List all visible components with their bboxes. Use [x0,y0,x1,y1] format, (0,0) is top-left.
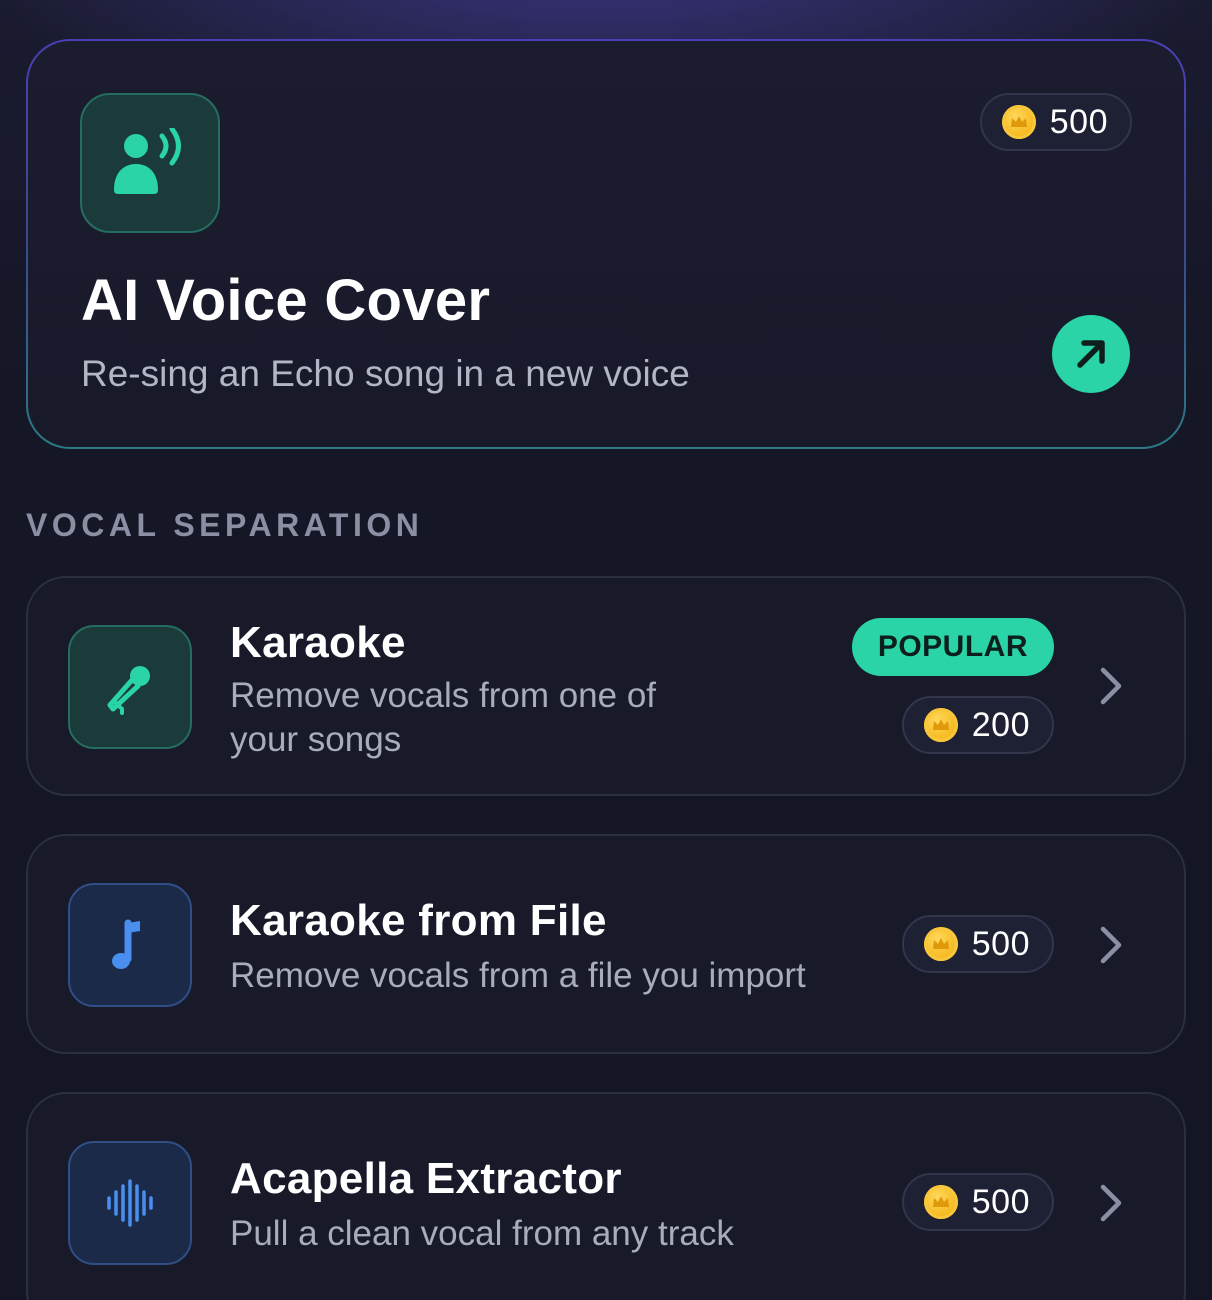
cost-value: 500 [971,924,1030,963]
cost-pill: 500 [901,915,1054,973]
feature-meta: 500 [901,1173,1054,1231]
section-label: VOCAL SEPARATION [26,507,424,543]
hero-cost-pill-wrap: 500 [979,93,1132,151]
cost-value: 200 [971,705,1030,744]
hero-title: AI Voice Cover [81,268,491,333]
chevron-right-icon [1096,925,1126,965]
feature-description: Remove vocals from one of your songs [230,676,657,759]
feature-meta: 500 [901,915,1054,973]
feature-title: Karaoke from File [230,896,607,945]
ai-voice-cover-card[interactable]: 500 AI Voice Cover Re-sing an Echo song … [26,39,1186,449]
cost-pill: 500 [901,1173,1054,1231]
karaoke-card[interactable]: Karaoke Remove vocals from one of your s… [26,576,1186,796]
microphone-icon [68,625,192,749]
cost-value: 500 [1049,102,1108,141]
coin-icon [923,1185,958,1219]
chevron-right-icon [1096,666,1126,706]
arrow-up-right-icon [1077,340,1105,368]
voice-speaking-icon [80,93,220,233]
waveform-icon [68,1141,192,1265]
cost-pill: 200 [901,696,1054,754]
open-button[interactable] [1052,315,1130,393]
popular-badge: POPULAR [851,618,1054,676]
feature-title: Karaoke [230,618,406,667]
music-note-icon [68,883,192,1007]
karaoke-from-file-card[interactable]: Karaoke from File Remove vocals from a f… [26,834,1186,1054]
coin-icon [1001,105,1036,139]
page: 500 AI Voice Cover Re-sing an Echo song … [0,0,1212,1300]
ai-voice-cover-card-inner: 500 AI Voice Cover Re-sing an Echo song … [28,41,1184,447]
feature-title: Acapella Extractor [230,1154,622,1203]
cost-pill: 500 [979,93,1132,151]
cost-value: 500 [971,1182,1030,1221]
chevron-right-icon [1096,1183,1126,1223]
hero-subtitle: Re-sing an Echo song in a new voice [81,353,690,394]
acapella-extractor-card[interactable]: Acapella Extractor Pull a clean vocal fr… [26,1092,1186,1300]
feature-description: Pull a clean vocal from any track [230,1214,734,1253]
coin-icon [923,927,958,961]
feature-description: Remove vocals from a file you import [230,956,806,995]
coin-icon [923,708,958,742]
feature-meta: POPULAR 200 [851,618,1054,754]
